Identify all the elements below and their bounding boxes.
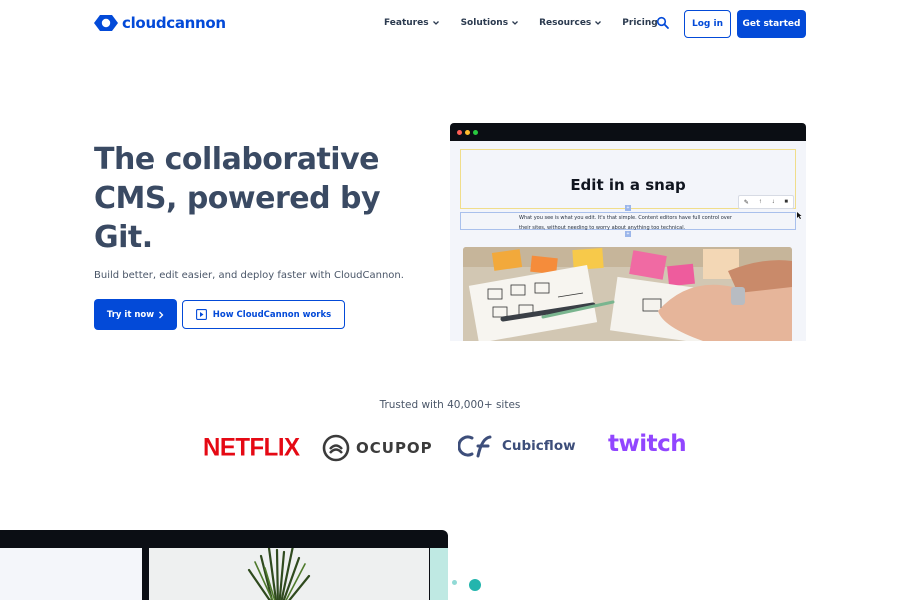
how-cloudcannon-works-label: How CloudCannon works [212, 309, 332, 320]
ocupop-logo: OCUPOP [322, 434, 433, 462]
add-block-icon: + [625, 205, 631, 211]
mock-heading: Edit in a snap [570, 176, 686, 194]
cubicflow-mark-icon [458, 435, 492, 458]
minimize-dot-icon [465, 130, 470, 135]
arrow-up-icon: ↑ [758, 199, 762, 205]
cloudcannon-logo[interactable]: cloudcannon [94, 13, 226, 33]
decorative-accent-strip [430, 548, 448, 600]
brand-name: cloudcannon [122, 14, 226, 32]
chevron-down-icon [512, 21, 519, 25]
mock-body-text: What you see is what you edit. It's that… [519, 215, 732, 231]
decorative-dot-icon [469, 579, 481, 591]
twitch-logo: twitch [608, 431, 687, 457]
top-nav: cloudcannon Features Solutions Resources… [0, 0, 900, 50]
nav-pricing-label: Pricing [622, 18, 658, 28]
block-toolbar: ✎ ↑ ↓ ■ [738, 195, 794, 209]
chevron-down-icon [595, 21, 602, 25]
nav-solutions[interactable]: Solutions [461, 18, 520, 28]
decorative-dot-icon [452, 580, 457, 585]
bottom-preview-sidebar [0, 548, 142, 600]
ocupop-wordmark: OCUPOP [356, 439, 433, 457]
bottom-preview-window [0, 530, 448, 600]
hero-subtitle: Build better, edit easier, and deploy fa… [94, 270, 404, 281]
play-video-icon [195, 309, 207, 320]
try-it-now-button[interactable]: Try it now [94, 299, 177, 330]
chevron-down-icon [432, 21, 439, 25]
add-block-icon: + [625, 231, 631, 237]
client-logos: NETFLIX OCUPOP Cubicflow twitch [0, 428, 900, 468]
search-icon[interactable] [656, 16, 670, 30]
browser-titlebar [450, 123, 806, 141]
cloudcannon-logo-icon [94, 15, 118, 31]
nav-resources-label: Resources [539, 18, 592, 28]
photo-illustration [463, 247, 792, 341]
nav-pricing[interactable]: Pricing [622, 18, 657, 28]
trusted-label: Trusted with 40,000+ sites [379, 399, 521, 411]
bottom-preview-photo [149, 548, 429, 600]
trash-icon: ■ [784, 199, 789, 205]
maximize-dot-icon [473, 130, 478, 135]
arrow-down-icon: ↓ [771, 199, 775, 205]
get-started-button[interactable]: Get started [737, 10, 806, 38]
ocupop-mark-icon [322, 434, 350, 462]
login-button[interactable]: Log in [684, 10, 731, 38]
nav-solutions-label: Solutions [460, 18, 509, 28]
nav-resources[interactable]: Resources [539, 18, 602, 28]
plant-illustration [247, 548, 311, 600]
close-dot-icon [457, 130, 462, 135]
nav-features[interactable]: Features [384, 18, 440, 28]
team-workshop-photo [463, 247, 792, 341]
pencil-icon: ✎ [743, 199, 749, 206]
editor-preview: Edit in a snap + ✎ ↑ ↓ ■ What you see is… [450, 123, 806, 341]
nav-features-label: Features [384, 18, 429, 28]
cubicflow-logo: Cubicflow [458, 434, 576, 458]
nav-links: Features Solutions Resources Pricing [384, 18, 658, 28]
cursor-icon [797, 212, 802, 219]
try-it-now-label: Try it now [106, 309, 155, 320]
how-cloudcannon-works-button[interactable]: How CloudCannon works [182, 300, 345, 329]
cubicflow-wordmark: Cubicflow [502, 438, 576, 454]
chevron-right-icon [159, 311, 164, 318]
netflix-logo: NETFLIX [203, 433, 300, 462]
hero-title: The collaborative CMS, powered by Git. [94, 142, 381, 255]
